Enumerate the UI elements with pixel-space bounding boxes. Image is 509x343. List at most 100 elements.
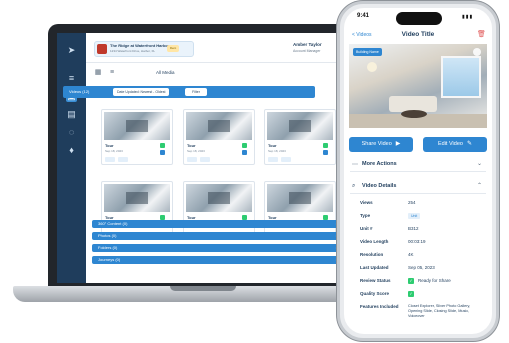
section-label: Journeys (0)	[98, 257, 121, 262]
detail-value-unit: B312	[408, 226, 419, 231]
detail-label: Quality Score	[360, 291, 390, 296]
detail-label: Type	[360, 213, 371, 218]
detail-value-views: 254	[408, 200, 416, 205]
chevron-up-icon: ⌃	[476, 183, 482, 189]
phone-screen: 9:41 ▮▮▮ < Videos Video Title 🗑 Building…	[344, 8, 492, 334]
page-title: Video Title	[401, 31, 435, 38]
search-icon: ⌕	[352, 183, 356, 189]
detail-value-type: Unit	[408, 213, 421, 219]
property-selector[interactable]: The Ridge at Waterfront Harbor 1234 Wate…	[94, 41, 194, 57]
rocket-icon[interactable]: ➤	[66, 45, 77, 56]
share-icon[interactable]	[242, 150, 247, 155]
share-icon[interactable]	[160, 150, 165, 155]
status-icon	[323, 143, 328, 148]
share-icon[interactable]	[323, 150, 328, 155]
location-pin-icon[interactable]: ♦	[66, 145, 77, 156]
video-badge: Building Name	[353, 48, 382, 56]
video-thumbnail	[104, 112, 170, 140]
list-icon[interactable]: ≡	[66, 73, 77, 84]
detail-value-features: Closet Explorer, Sliver Photo Gallery, O…	[408, 304, 471, 318]
tag-chip	[105, 157, 115, 162]
media-filter-label[interactable]: All Media	[156, 70, 175, 75]
user-name[interactable]: Amber Taylor	[293, 42, 322, 47]
list-view-icon[interactable]: ≡	[108, 69, 116, 77]
laptop-notch	[170, 286, 236, 291]
video-card[interactable]: Tour Sep 18, 2023	[264, 109, 336, 165]
more-actions-label: More Actions	[362, 161, 397, 167]
section-label: 360° Content (0)	[98, 221, 128, 226]
sort-select[interactable]: Date Updated: Newest - Oldest	[113, 88, 170, 96]
section-label: Folders (0)	[98, 245, 118, 250]
detail-value-length: 00:03:19	[408, 239, 426, 244]
detail-label: Views	[360, 200, 373, 205]
detail-label: Review Status	[360, 278, 391, 283]
videos-section-header[interactable]: Videos (12) Date Updated: Newest - Oldes…	[63, 86, 315, 98]
video-thumbnail	[186, 112, 252, 140]
chat-icon[interactable]: ◌	[66, 127, 77, 138]
detail-label: Last Updated	[360, 265, 389, 270]
section-label: Photos (0)	[98, 233, 117, 238]
video-card[interactable]: Tour	[264, 181, 336, 237]
tag-chip	[187, 157, 197, 162]
filter-button[interactable]: Filter	[185, 88, 207, 96]
detail-label: Resolution	[360, 252, 384, 257]
property-address: 1234 Waterfront Drive, Harbor, FL	[110, 49, 156, 53]
more-actions-row[interactable]: ⋯ More Actions ⌄	[350, 158, 486, 172]
video-card-date: Sep 18, 2023	[268, 149, 286, 153]
tag-chip	[200, 157, 210, 162]
marketing-composite: ➤ ≡ ▣ ▤ ◌ ♦ The Ridge at Waterfront Harb…	[0, 0, 509, 343]
room-window	[441, 56, 481, 98]
property-badge: Rent	[167, 45, 179, 52]
video-thumbnail	[267, 112, 333, 140]
detail-value-resolution: 4K	[408, 252, 414, 257]
video-thumbnail	[104, 184, 170, 212]
tag-chip	[118, 157, 128, 162]
edit-icon: ✎	[466, 141, 472, 147]
ellipsis-icon: ⋯	[352, 162, 358, 168]
check-icon: ✓	[408, 278, 414, 284]
property-name: The Ridge at Waterfront Harbor	[110, 43, 170, 48]
user-subtitle: Account Manager	[293, 49, 321, 53]
video-card[interactable]: Tour Sep 18, 2023	[101, 109, 173, 165]
detail-value-updated: Sep 05, 2023	[408, 265, 435, 270]
share-video-button[interactable]: Share Video ▶	[349, 137, 413, 152]
section-360-content[interactable]: 360° Content (0) ⌄	[92, 220, 344, 228]
video-details-label: Video Details	[362, 183, 397, 189]
document-icon[interactable]: ▤	[66, 109, 77, 120]
property-thumbnail	[97, 44, 107, 54]
video-thumbnail	[267, 184, 333, 212]
video-card[interactable]: Tour	[183, 181, 255, 237]
section-photos[interactable]: Photos (0) ⌄	[92, 232, 344, 240]
video-preview[interactable]: Building Name	[349, 44, 487, 128]
video-menu-icon[interactable]	[473, 48, 481, 56]
share-icon: ▶	[395, 141, 401, 147]
status-icon	[160, 143, 165, 148]
app-sidebar: ➤ ≡ ▣ ▤ ◌ ♦	[57, 33, 86, 283]
video-card[interactable]: Tour Sep 18, 2023	[183, 109, 255, 165]
trash-icon[interactable]: 🗑	[477, 30, 486, 39]
edit-video-label: Edit Video	[437, 141, 463, 147]
status-icon	[242, 143, 247, 148]
videos-section-label: Videos (12)	[69, 89, 90, 94]
quality-score-icon: ✓	[408, 291, 414, 297]
tag-chip	[268, 157, 278, 162]
share-video-label: Share Video	[361, 141, 392, 147]
tag-chip	[281, 157, 291, 162]
signal-battery-icon: ▮▮▮	[462, 14, 474, 20]
dynamic-island	[396, 12, 442, 25]
video-card-title: Tour	[268, 143, 277, 148]
detail-label: Unit #	[360, 226, 373, 231]
video-card-date: Sep 18, 2023	[187, 149, 205, 153]
section-journeys[interactable]: Journeys (0) ⌄	[92, 256, 344, 264]
detail-label: Features Included	[360, 304, 399, 309]
video-card-title: Tour	[105, 143, 114, 148]
video-card[interactable]: Tour	[101, 181, 173, 237]
room-table	[401, 110, 427, 118]
grid-view-icon[interactable]: ▦	[94, 69, 102, 77]
room-lamp	[367, 62, 377, 72]
video-card-date: Sep 18, 2023	[105, 149, 123, 153]
video-thumbnail	[186, 184, 252, 212]
edit-video-button[interactable]: Edit Video ✎	[423, 137, 487, 152]
video-details-row[interactable]: ⌕ Video Details ⌃	[350, 180, 486, 194]
section-folders[interactable]: Folders (0) ⌄	[92, 244, 344, 252]
